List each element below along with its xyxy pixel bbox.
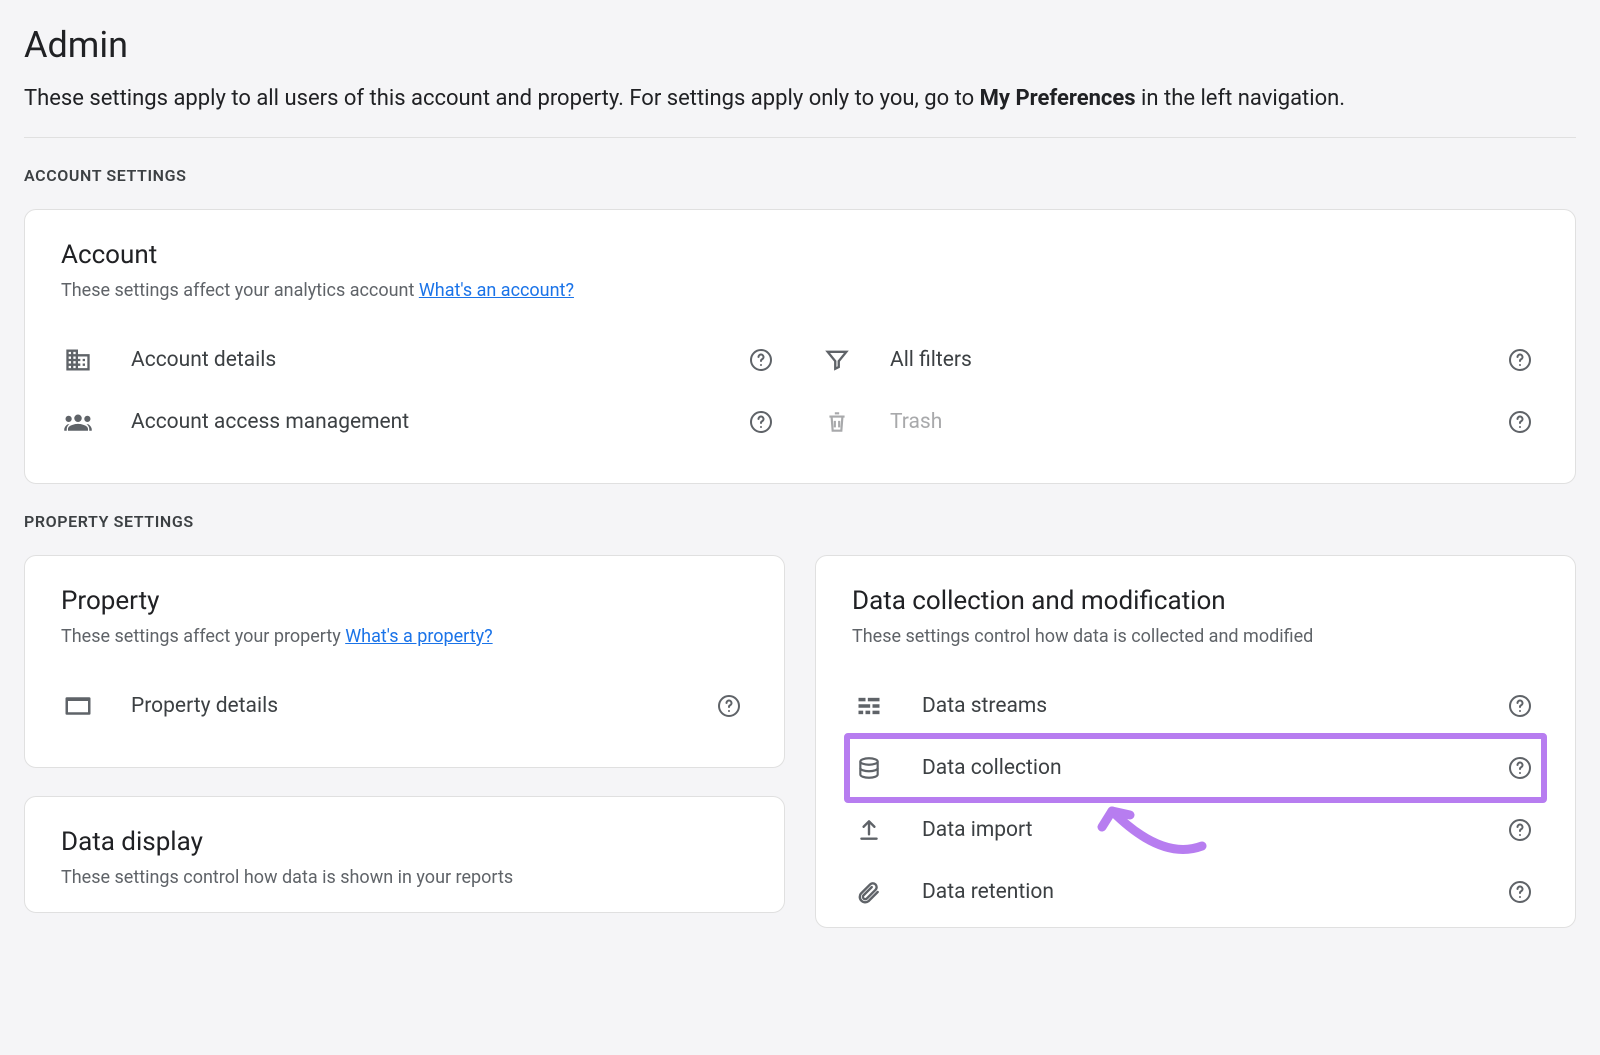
help-icon[interactable] — [748, 409, 774, 435]
help-icon[interactable] — [1507, 817, 1533, 843]
subtitle-my-preferences: My Preferences — [980, 86, 1136, 111]
help-icon[interactable] — [1507, 347, 1533, 373]
whats-an-account-link[interactable]: What's an account? — [419, 280, 574, 301]
subtitle-text-pre: These settings apply to all users of thi… — [24, 86, 980, 111]
account-access-label: Account access management — [95, 410, 748, 434]
account-card: Account These settings affect your analy… — [24, 209, 1576, 484]
property-card-desc: These settings affect your property What… — [61, 626, 748, 647]
data-display-title: Data display — [61, 827, 748, 857]
property-details-label: Property details — [95, 694, 716, 718]
trash-label: Trash — [854, 410, 1507, 434]
database-icon — [852, 751, 886, 785]
property-settings-heading: PROPERTY SETTINGS — [24, 512, 1576, 531]
help-icon[interactable] — [1507, 693, 1533, 719]
data-import-row[interactable]: Data import — [852, 799, 1539, 861]
data-retention-label: Data retention — [886, 880, 1507, 904]
filter-icon — [820, 343, 854, 377]
property-card-title: Property — [61, 586, 748, 616]
account-access-row[interactable]: Account access management — [61, 391, 780, 453]
help-icon[interactable] — [1507, 755, 1533, 781]
header-divider — [24, 137, 1576, 138]
whats-a-property-link[interactable]: What's a property? — [345, 626, 492, 647]
help-icon[interactable] — [1507, 879, 1533, 905]
card-icon — [61, 689, 95, 723]
all-filters-row[interactable]: All filters — [820, 329, 1539, 391]
data-collection-card: Data collection and modification These s… — [815, 555, 1576, 928]
data-display-card: Data display These settings control how … — [24, 796, 785, 913]
account-card-desc: These settings affect your analytics acc… — [61, 280, 1539, 301]
property-card: Property These settings affect your prop… — [24, 555, 785, 768]
data-collection-row[interactable]: Data collection — [852, 737, 1539, 799]
subtitle-text-post: in the left navigation. — [1136, 86, 1346, 111]
data-collection-label: Data collection — [886, 756, 1507, 780]
trash-row[interactable]: Trash — [820, 391, 1539, 453]
account-card-title: Account — [61, 240, 1539, 270]
attachment-icon — [852, 875, 886, 909]
data-collection-card-title: Data collection and modification — [852, 586, 1539, 616]
domain-icon — [61, 343, 95, 377]
page-subtitle: These settings apply to all users of thi… — [24, 84, 1576, 115]
data-streams-label: Data streams — [886, 694, 1507, 718]
data-streams-row[interactable]: Data streams — [852, 675, 1539, 737]
data-import-label: Data import — [886, 818, 1507, 842]
streams-icon — [852, 689, 886, 723]
page-title: Admin — [24, 24, 1576, 66]
groups-icon — [61, 405, 95, 439]
account-details-row[interactable]: Account details — [61, 329, 780, 391]
data-display-desc: These settings control how data is shown… — [61, 867, 748, 888]
property-card-desc-text: These settings affect your property — [61, 626, 345, 647]
property-details-row[interactable]: Property details — [61, 675, 748, 737]
account-settings-heading: ACCOUNT SETTINGS — [24, 166, 1576, 185]
help-icon[interactable] — [716, 693, 742, 719]
all-filters-label: All filters — [854, 348, 1507, 372]
account-card-desc-text: These settings affect your analytics acc… — [61, 280, 419, 301]
trash-icon — [820, 405, 854, 439]
account-details-label: Account details — [95, 348, 748, 372]
data-retention-row[interactable]: Data retention — [852, 861, 1539, 923]
help-icon[interactable] — [1507, 409, 1533, 435]
upload-icon — [852, 813, 886, 847]
help-icon[interactable] — [748, 347, 774, 373]
data-collection-card-desc: These settings control how data is colle… — [852, 626, 1539, 647]
